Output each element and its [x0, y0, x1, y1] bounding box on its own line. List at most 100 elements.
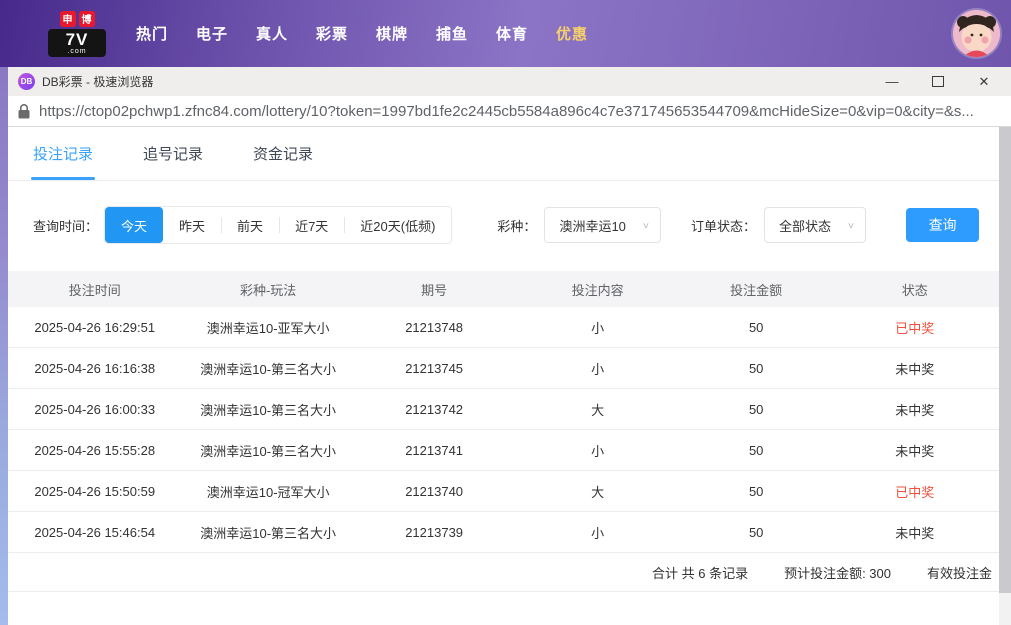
table-row: 2025-04-26 16:00:33 澳洲幸运10-第三名大小 2121374…	[8, 389, 999, 430]
logo-badge-right: 博	[78, 10, 95, 27]
summary-expected-amount: 预计投注金额: 300	[784, 565, 891, 581]
cell-issue: 21213742	[405, 401, 464, 417]
page-background-strip	[0, 67, 8, 625]
cell-bet-time: 2025-04-26 16:29:51	[34, 319, 156, 335]
nav-item-fishing[interactable]: 捕鱼	[422, 23, 482, 44]
logo-badges: 申 博	[48, 10, 106, 27]
lottery-select[interactable]: 澳洲幸运10 ∨	[544, 207, 661, 243]
lottery-select-value: 澳洲幸运10	[559, 218, 626, 234]
cell-play-type: 澳洲幸运10-第三名大小	[200, 525, 337, 541]
page-content: 投注记录 追号记录 资金记录 查询时间： 今天 昨天 前天 近7天 近20天(低…	[8, 127, 1011, 625]
cell-issue: 21213745	[405, 360, 464, 376]
user-avatar[interactable]	[953, 10, 1000, 57]
cell-bet-content: 大	[591, 402, 605, 418]
cell-bet-amount: 50	[748, 524, 764, 540]
tab-fund-records[interactable]: 资金记录	[253, 127, 313, 180]
header-play-type: 彩种-玩法	[239, 282, 297, 298]
header-status: 状态	[901, 282, 928, 298]
cell-issue: 21213748	[405, 319, 464, 335]
cell-status: 已中奖	[895, 320, 935, 336]
cell-bet-time: 2025-04-26 16:00:33	[34, 401, 156, 417]
time-option-yesterday[interactable]: 昨天	[163, 207, 221, 243]
nav-item-promo[interactable]: 优惠	[542, 23, 602, 44]
table-row: 2025-04-26 15:46:54 澳洲幸运10-第三名大小 2121373…	[8, 512, 999, 553]
time-option-7days[interactable]: 近7天	[279, 207, 344, 243]
cell-issue: 21213739	[405, 524, 464, 540]
nav-item-live[interactable]: 真人	[242, 23, 302, 44]
summary-valid-amount: 有效投注金	[927, 565, 993, 581]
filter-bar: 查询时间： 今天 昨天 前天 近7天 近20天(低频) 彩种： 澳洲幸运10 ∨	[33, 206, 1011, 244]
cell-status: 未中奖	[895, 443, 935, 459]
cell-bet-amount: 50	[748, 401, 764, 417]
chevron-down-icon: ∨	[847, 220, 856, 230]
time-filter-label: 查询时间：	[33, 218, 99, 234]
nav-item-chess[interactable]: 棋牌	[362, 23, 422, 44]
cell-play-type: 澳洲幸运10-冠军大小	[206, 484, 330, 500]
nav-item-lottery[interactable]: 彩票	[302, 23, 362, 44]
logo-suffix-text: .com	[67, 47, 87, 55]
browser-app-icon: DB	[18, 73, 35, 90]
browser-window: DB DB彩票 - 极速浏览器 — ✕ https://ctop02pchwp1…	[8, 67, 1011, 625]
cell-bet-time: 2025-04-26 15:46:54	[34, 524, 156, 540]
cell-bet-time: 2025-04-26 16:16:38	[34, 360, 156, 376]
header-bet-content: 投注内容	[571, 282, 624, 298]
close-icon[interactable]: ✕	[961, 67, 1007, 96]
time-filter-group: 今天 昨天 前天 近7天 近20天(低频)	[104, 206, 453, 244]
nav-item-electronic[interactable]: 电子	[182, 23, 242, 44]
cell-status: 未中奖	[895, 525, 935, 541]
header-bet-amount: 投注金额	[730, 282, 783, 298]
cell-bet-amount: 50	[748, 319, 764, 335]
cell-play-type: 澳洲幸运10-第三名大小	[200, 361, 337, 377]
cell-play-type: 澳洲幸运10-亚军大小	[206, 320, 330, 336]
cell-bet-content: 小	[591, 361, 605, 377]
logo-main-text: 7V	[65, 29, 89, 49]
cell-status: 已中奖	[895, 484, 935, 500]
nav-item-sports[interactable]: 体育	[482, 23, 542, 44]
scrollbar-thumb[interactable]	[999, 127, 1011, 593]
table-header-row: 投注时间 彩种-玩法 期号 投注内容 投注金额 状态	[8, 271, 999, 307]
table-row: 2025-04-26 15:55:28 澳洲幸运10-第三名大小 2121374…	[8, 430, 999, 471]
nav-item-hot[interactable]: 热门	[122, 23, 182, 44]
table-summary-row: 合计 共 6 条记录 预计投注金额: 300 有效投注金	[8, 553, 999, 592]
cell-status: 未中奖	[895, 402, 935, 418]
tab-bet-records[interactable]: 投注记录	[30, 127, 96, 180]
table-row: 2025-04-26 16:29:51 澳洲幸运10-亚军大小 21213748…	[8, 307, 999, 348]
avatar-image	[953, 10, 1000, 57]
tab-chase-records[interactable]: 追号记录	[143, 127, 203, 180]
top-nav: 申 博 7V .com 热门 电子 真人 彩票 棋牌 捕鱼 体育 优惠	[0, 0, 1011, 67]
logo-badge-left: 申	[59, 10, 76, 27]
chevron-down-icon: ∨	[641, 220, 650, 230]
nav-items: 热门 电子 真人 彩票 棋牌 捕鱼 体育 优惠	[122, 23, 602, 44]
cell-bet-amount: 50	[748, 483, 764, 499]
lottery-filter-label: 彩种：	[497, 218, 537, 234]
record-tabs: 投注记录 追号记录 资金记录	[8, 127, 999, 181]
order-status-select[interactable]: 全部状态 ∨	[763, 207, 867, 243]
bet-records-table: 投注时间 彩种-玩法 期号 投注内容 投注金额 状态 2025-04-26 16…	[8, 271, 999, 592]
cell-bet-content: 小	[591, 320, 605, 336]
window-controls: — ✕	[869, 67, 1007, 96]
cell-play-type: 澳洲幸运10-第三名大小	[200, 402, 337, 418]
url-bar[interactable]: https://ctop02pchwp1.zfnc84.com/lottery/…	[8, 96, 1011, 127]
maximize-icon[interactable]	[915, 67, 961, 96]
cell-issue: 21213740	[405, 483, 464, 499]
cell-issue: 21213741	[405, 442, 464, 458]
time-option-day-before[interactable]: 前天	[221, 207, 279, 243]
scrollbar-track[interactable]	[999, 127, 1011, 625]
time-option-20days[interactable]: 近20天(低频)	[344, 207, 451, 243]
lock-icon	[18, 103, 30, 118]
cell-bet-content: 小	[591, 443, 605, 459]
url-text: https://ctop02pchwp1.zfnc84.com/lottery/…	[39, 102, 974, 120]
minimize-icon[interactable]: —	[869, 67, 915, 96]
time-option-today[interactable]: 今天	[105, 207, 164, 243]
cell-play-type: 澳洲幸运10-第三名大小	[200, 443, 337, 459]
status-filter-label: 订单状态：	[690, 218, 756, 234]
cell-bet-content: 大	[591, 484, 605, 500]
header-bet-time: 投注时间	[68, 282, 121, 298]
cell-bet-time: 2025-04-26 15:50:59	[34, 483, 156, 499]
header-issue: 期号	[421, 282, 448, 298]
summary-total-count: 合计 共 6 条记录	[652, 565, 749, 581]
site-logo[interactable]: 申 博 7V .com	[48, 10, 106, 57]
cell-bet-amount: 50	[748, 442, 764, 458]
query-button[interactable]: 查询	[906, 208, 980, 242]
cell-status: 未中奖	[895, 361, 935, 377]
